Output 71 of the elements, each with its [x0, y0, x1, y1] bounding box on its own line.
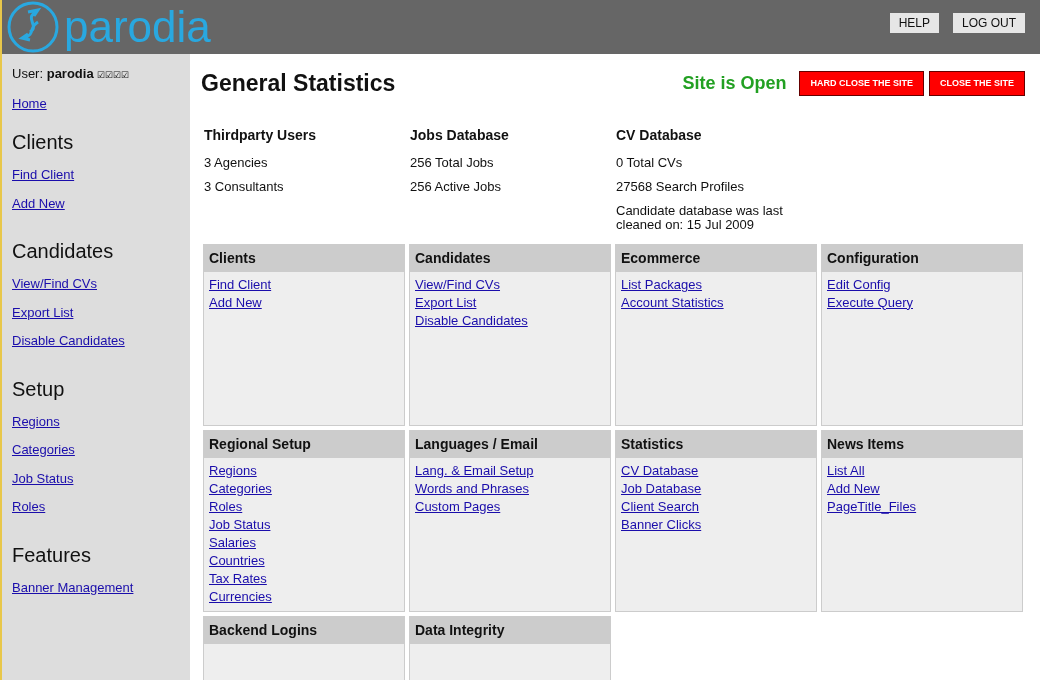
stats-heading: CV Database: [616, 125, 703, 145]
panel-link[interactable]: Banner Clicks: [621, 515, 702, 534]
panel-link[interactable]: Tax Rates: [209, 569, 267, 588]
stats-text: 3 Consultants: [204, 179, 285, 194]
sidebar-heading: Clients: [12, 130, 75, 155]
panel-link[interactable]: Words and Phrases: [415, 479, 529, 498]
panel-heading: News Items: [822, 430, 1022, 458]
panel-link[interactable]: Edit Config: [827, 275, 891, 294]
sidebar-heading: Setup: [12, 376, 66, 402]
stats-text: 27568 Search Profiles: [616, 179, 745, 194]
stats-text: Candidate database was last cleaned on: 15 Jul 2009: [616, 203, 784, 232]
panel-link[interactable]: List All: [827, 461, 865, 480]
sidebar-heading: Candidates: [12, 239, 115, 264]
page-title: General Statistics: [201, 69, 396, 98]
panel-link[interactable]: Find Client: [209, 275, 272, 294]
panel-heading: Regional Setup: [204, 430, 404, 458]
stats-text: 256 Active Jobs: [410, 179, 503, 194]
sidebar-link[interactable]: Home: [12, 93, 47, 113]
logo-text: parodia: [64, 5, 211, 49]
header-button[interactable]: HELP: [889, 13, 939, 33]
panel-heading: Statistics: [616, 430, 816, 458]
header-button[interactable]: LOG OUT: [953, 13, 1025, 33]
panel-heading: Candidates: [410, 244, 610, 272]
panel-link[interactable]: List Packages: [621, 275, 702, 294]
panel-link[interactable]: Export List: [415, 293, 477, 312]
panel-link[interactable]: View/Find CVs: [415, 275, 500, 294]
sidebar-link[interactable]: Find Client: [12, 165, 75, 185]
panel-link[interactable]: PageTitle_Files: [827, 497, 917, 516]
panel-link[interactable]: Currencies: [209, 587, 272, 606]
sidebar-link[interactable]: View/Find CVs: [12, 274, 97, 294]
user-label: User: parodia ☑☑☑☑: [12, 65, 131, 83]
panel-heading: Data Integrity: [410, 616, 610, 644]
panel-heading: Languages / Email: [410, 430, 610, 458]
panel-heading: Backend Logins: [204, 616, 404, 644]
sidebar-link[interactable]: Job Status: [12, 468, 74, 488]
sidebar-heading: Features: [12, 542, 92, 568]
panel-link[interactable]: Salaries: [209, 533, 256, 552]
panel-link[interactable]: Add New: [827, 479, 880, 498]
close-site-button[interactable]: HARD CLOSE THE SITE: [799, 70, 924, 96]
panel-heading: Clients: [204, 244, 404, 272]
site-status: Site is Open: [682, 71, 787, 95]
panel-link[interactable]: Regions: [209, 461, 257, 480]
panel-link[interactable]: Categories: [209, 479, 272, 498]
stats-heading: Thirdparty Users: [204, 125, 318, 145]
logo-icon: [6, 0, 60, 54]
panel-link[interactable]: Disable Candidates: [415, 311, 528, 330]
sidebar-link[interactable]: Regions: [12, 411, 60, 431]
sidebar-link[interactable]: Banner Management: [12, 577, 134, 597]
stats-text: 3 Agencies: [204, 155, 269, 170]
panel-link[interactable]: Add New: [209, 293, 262, 312]
panel-heading: Configuration: [822, 244, 1022, 272]
panel-link[interactable]: Lang. & Email Setup: [415, 461, 534, 480]
panel-link[interactable]: Custom Pages: [415, 497, 501, 516]
stats-heading: Jobs Database: [410, 125, 510, 145]
panel-link[interactable]: Countries: [209, 551, 265, 570]
sidebar-link[interactable]: Categories: [12, 440, 75, 460]
sidebar-link[interactable]: Add New: [12, 193, 65, 213]
panel-link[interactable]: Job Database: [621, 479, 702, 498]
panel-link[interactable]: Roles: [209, 497, 243, 516]
stats-text: 0 Total CVs: [616, 155, 684, 170]
stats-text: 256 Total Jobs: [410, 155, 495, 170]
panel-link[interactable]: Job Status: [209, 515, 271, 534]
close-site-button[interactable]: CLOSE THE SITE: [929, 70, 1025, 96]
panel-link[interactable]: Execute Query: [827, 293, 913, 312]
sidebar-link[interactable]: Export List: [12, 302, 74, 322]
panel-link[interactable]: CV Database: [621, 461, 699, 480]
sidebar-link[interactable]: Roles: [12, 497, 46, 517]
panel-heading: Ecommerce: [616, 244, 816, 272]
sidebar-link[interactable]: Disable Candidates: [12, 331, 125, 351]
panel-link[interactable]: Client Search: [621, 497, 700, 516]
panel-link[interactable]: Account Statistics: [621, 293, 724, 312]
